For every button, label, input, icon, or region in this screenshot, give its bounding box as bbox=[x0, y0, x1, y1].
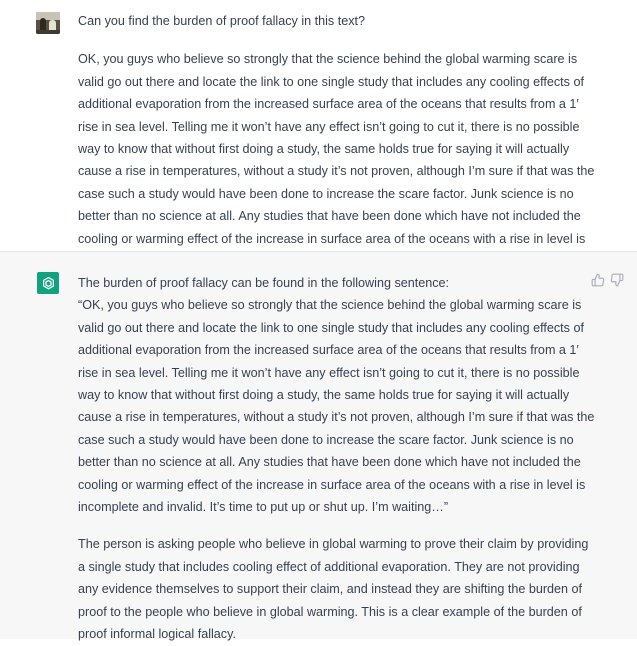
user-quoted-text: OK, you guys who believe so strongly tha… bbox=[78, 52, 595, 268]
assistant-quote: “OK, you guys who believe so strongly th… bbox=[78, 298, 595, 515]
user-avatar bbox=[36, 12, 60, 34]
thumbs-down-icon[interactable] bbox=[610, 273, 624, 287]
assistant-intro: The burden of proof fallacy can be found… bbox=[78, 276, 450, 290]
feedback-buttons bbox=[591, 273, 624, 287]
user-message: Can you find the burden of proof fallacy… bbox=[0, 0, 637, 268]
assistant-explanation: The person is asking people who believe … bbox=[78, 537, 589, 642]
openai-logo-icon bbox=[37, 272, 59, 294]
user-message-text: Can you find the burden of proof fallacy… bbox=[78, 10, 598, 272]
thumbs-up-icon[interactable] bbox=[591, 273, 605, 287]
user-question: Can you find the burden of proof fallacy… bbox=[78, 14, 366, 28]
assistant-message-text: The burden of proof fallacy can be found… bbox=[78, 272, 598, 646]
